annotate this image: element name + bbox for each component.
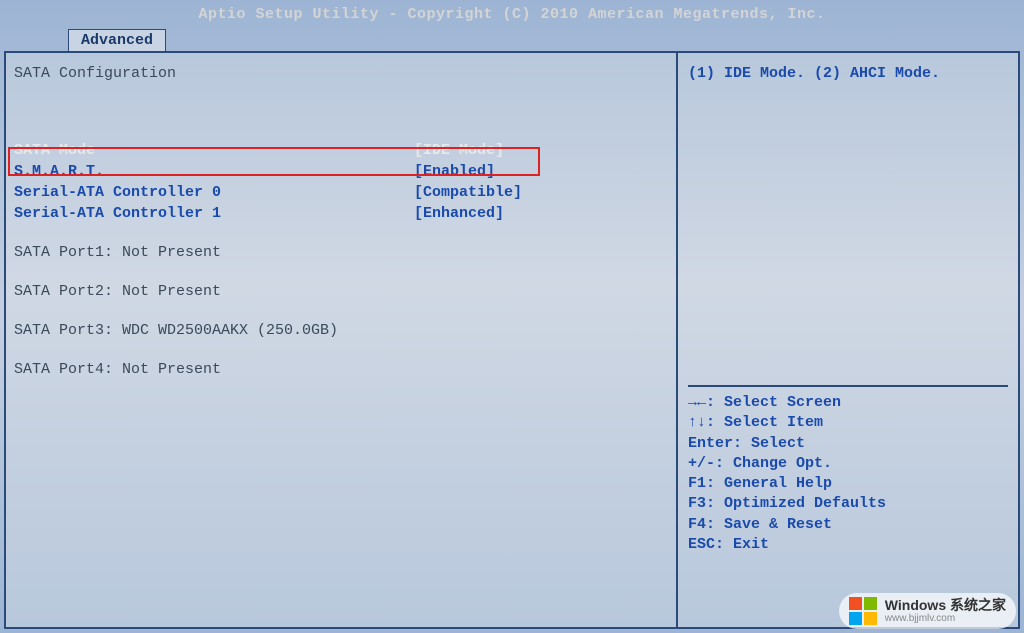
keyhelp-optimized-defaults: F3: Optimized Defaults	[688, 494, 1008, 514]
keyhelp-select-item: ↑↓: Select Item	[688, 413, 1008, 433]
keyhelp-general-help: F1: General Help	[688, 474, 1008, 494]
tab-bar: Advanced	[0, 29, 1024, 51]
setting-sata-mode[interactable]: SATA Mode [IDE Mode]	[14, 140, 668, 161]
keyhelp-enter: Enter: Select	[688, 434, 1008, 454]
setting-label: Serial-ATA Controller 1	[14, 205, 414, 222]
setting-sata-controller-1[interactable]: Serial-ATA Controller 1 [Enhanced]	[14, 203, 668, 224]
watermark-line2: www.bjjmlv.com	[885, 613, 1006, 624]
main-frame: SATA Configuration SATA Mode [IDE Mode] …	[4, 51, 1020, 629]
watermark-text: Windows 系统之家 www.bjjmlv.com	[885, 598, 1006, 624]
setting-value: [Enabled]	[414, 163, 668, 180]
watermark-line1: Windows 系统之家	[885, 598, 1006, 613]
keyhelp-save-reset: F4: Save & Reset	[688, 515, 1008, 535]
help-divider	[688, 385, 1008, 387]
setting-label: S.M.A.R.T.	[14, 163, 414, 180]
keyhelp-exit: ESC: Exit	[688, 535, 1008, 555]
tab-label: Advanced	[81, 32, 153, 49]
sata-port-2: SATA Port2: Not Present	[14, 281, 668, 302]
setting-value: [IDE Mode]	[414, 142, 668, 159]
windows-icon	[849, 597, 877, 625]
sata-port-1: SATA Port1: Not Present	[14, 242, 668, 263]
bios-header: Aptio Setup Utility - Copyright (C) 2010…	[0, 0, 1024, 29]
setting-smart[interactable]: S.M.A.R.T. [Enabled]	[14, 161, 668, 182]
setting-value: [Compatible]	[414, 184, 668, 201]
tab-advanced[interactable]: Advanced	[68, 29, 166, 51]
right-panel: (1) IDE Mode. (2) AHCI Mode. →←: Select …	[678, 53, 1018, 627]
left-panel: SATA Configuration SATA Mode [IDE Mode] …	[6, 53, 678, 627]
setting-label: SATA Mode	[14, 142, 414, 159]
keyhelp-change-opt: +/-: Change Opt.	[688, 454, 1008, 474]
keyhelp-select-screen: →←: Select Screen	[688, 393, 1008, 413]
help-description: (1) IDE Mode. (2) AHCI Mode.	[688, 65, 1008, 82]
section-title: SATA Configuration	[14, 65, 668, 82]
setting-label: Serial-ATA Controller 0	[14, 184, 414, 201]
setting-value: [Enhanced]	[414, 205, 668, 222]
watermark: Windows 系统之家 www.bjjmlv.com	[839, 593, 1016, 629]
setting-sata-controller-0[interactable]: Serial-ATA Controller 0 [Compatible]	[14, 182, 668, 203]
header-title: Aptio Setup Utility - Copyright (C) 2010…	[198, 6, 825, 23]
sata-port-4: SATA Port4: Not Present	[14, 359, 668, 380]
sata-port-3: SATA Port3: WDC WD2500AAKX (250.0GB)	[14, 320, 668, 341]
